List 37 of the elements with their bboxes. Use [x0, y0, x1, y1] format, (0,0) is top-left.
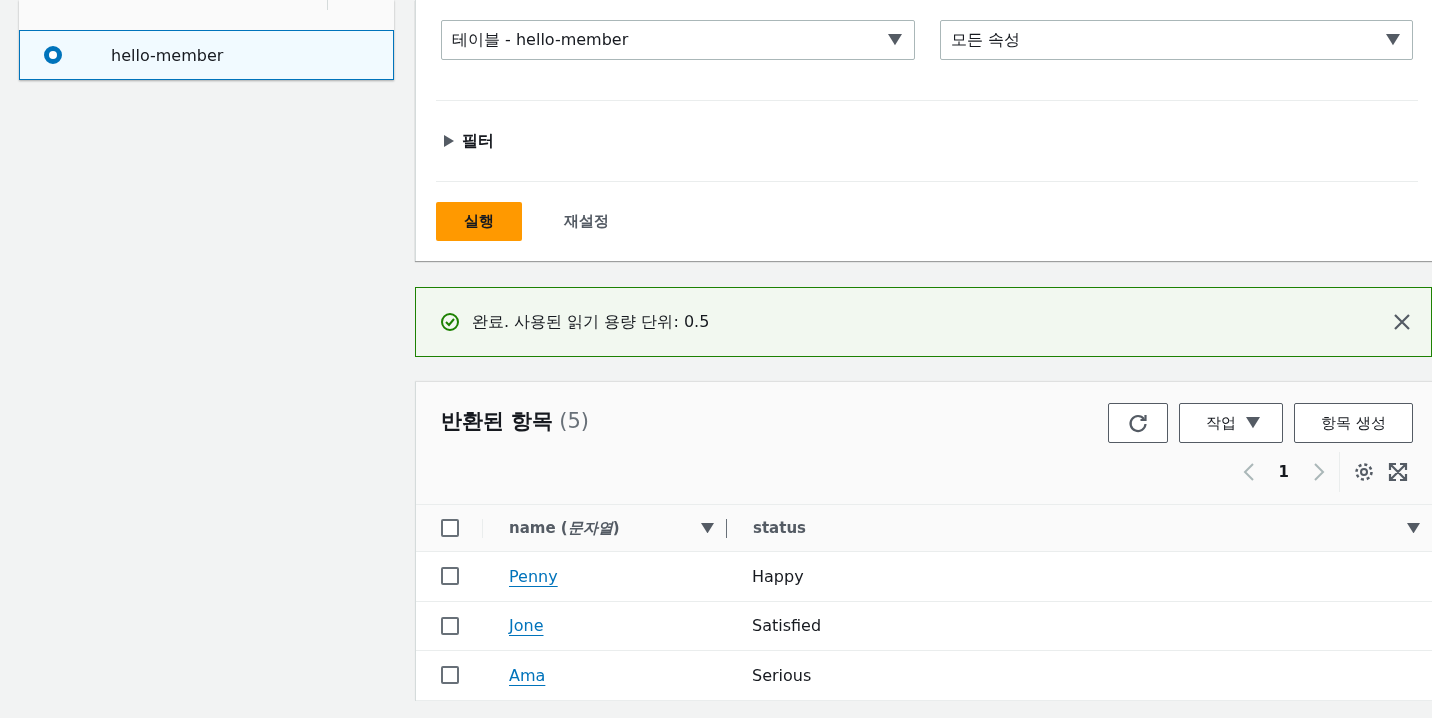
item-link[interactable]: Jone [509, 616, 544, 636]
row-checkbox[interactable] [441, 567, 459, 586]
caret-icon [444, 135, 454, 147]
refresh-icon [1127, 412, 1150, 434]
item-link[interactable]: Ama [509, 665, 546, 685]
row-checkbox[interactable] [441, 616, 459, 635]
refresh-button[interactable] [1108, 403, 1169, 443]
table-cell-text: Satisfied [752, 616, 823, 636]
item-link[interactable]: Penny [509, 566, 558, 586]
create-item-button[interactable]: 항목 생성 [1294, 403, 1413, 443]
banner-message: 완료. 사용된 읽기 용량 단위: 0.5 [472, 311, 711, 333]
table-cell-text: Happy [752, 566, 805, 586]
table-cell-text: Serious [752, 665, 813, 685]
radio-button[interactable] [44, 46, 62, 64]
filter-toggle[interactable]: 필터 [436, 101, 502, 181]
caret-icon [1246, 417, 1261, 429]
caret-icon [887, 34, 902, 46]
table-name: hello-member [111, 45, 224, 65]
fullscreen-icon[interactable] [1388, 461, 1408, 482]
table-select[interactable]: 테이블 - hello-member [441, 20, 915, 60]
projection-select[interactable]: 모든 속성 [939, 20, 1413, 60]
select-all-checkbox[interactable] [441, 519, 459, 537]
column-header[interactable]: status [727, 519, 1432, 537]
caret-icon [1386, 34, 1400, 46]
check-circle-icon [440, 312, 460, 332]
column-header[interactable]: name (문자열) [482, 518, 727, 538]
row-checkbox[interactable] [441, 666, 459, 685]
settings-icon[interactable] [1354, 461, 1374, 482]
sort-icon [1407, 522, 1420, 534]
actions-button[interactable]: 작업 [1179, 403, 1284, 443]
table-item[interactable]: hello-member [19, 30, 394, 80]
close-icon[interactable] [1393, 313, 1411, 331]
results-title: 반환된 항목 (5) [441, 408, 590, 435]
run-button[interactable]: 실행 [436, 202, 522, 241]
reset-button[interactable]: 재설정 [542, 212, 631, 231]
sort-icon [701, 522, 714, 534]
page-number[interactable]: 1 [1268, 462, 1299, 481]
